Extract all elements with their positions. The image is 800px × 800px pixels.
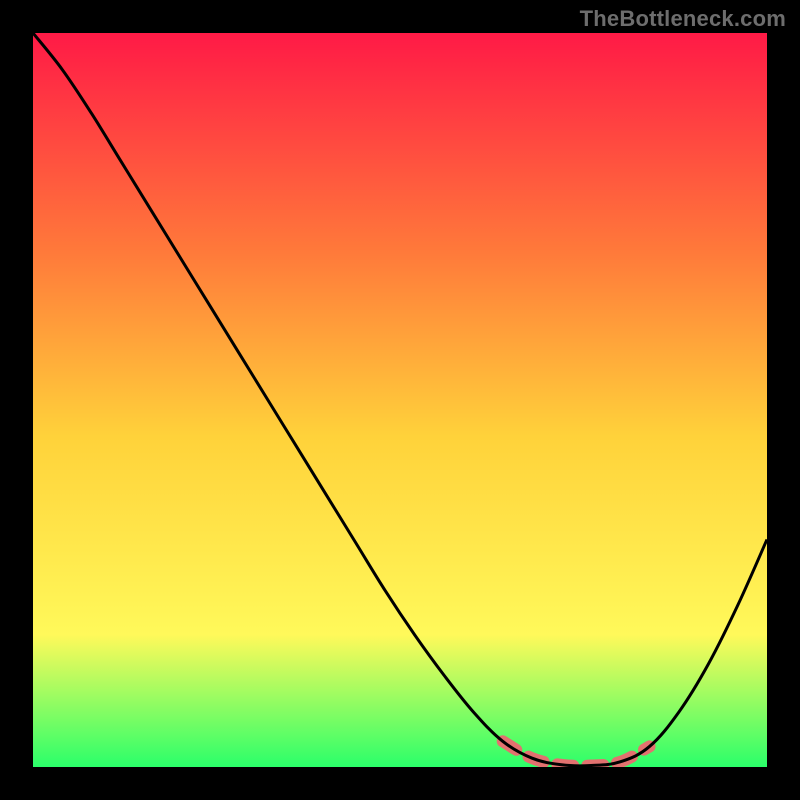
watermark-text: TheBottleneck.com	[580, 6, 786, 32]
plot-area	[33, 33, 767, 767]
chart-frame: TheBottleneck.com	[0, 0, 800, 800]
gradient-background	[33, 33, 767, 767]
chart-svg	[33, 33, 767, 767]
